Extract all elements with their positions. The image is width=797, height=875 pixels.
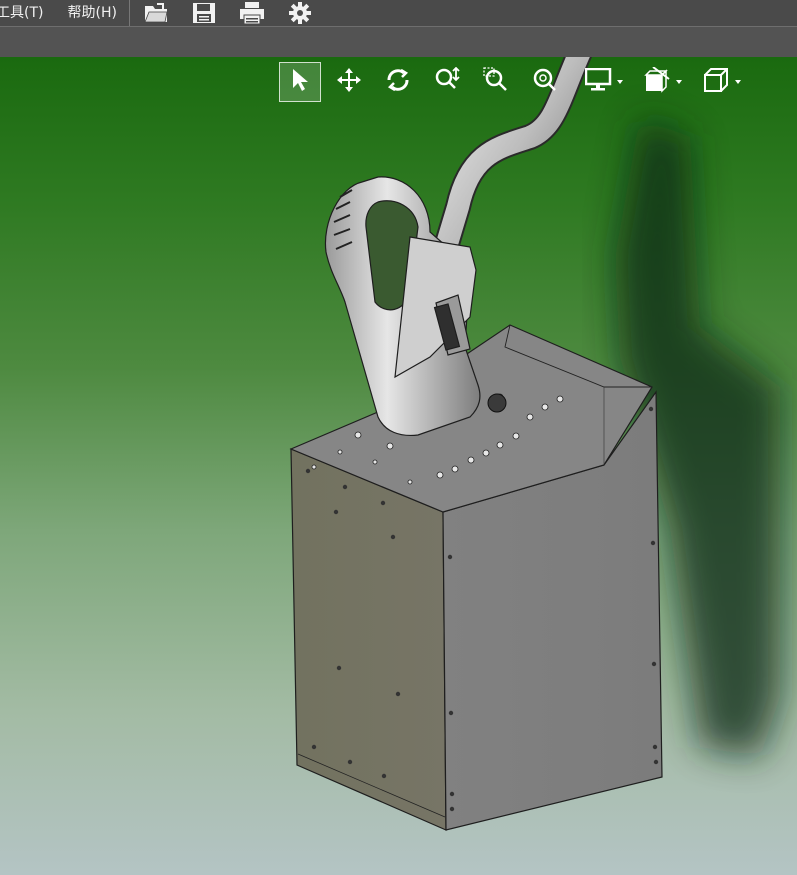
section-view-dropdown[interactable]: [632, 62, 684, 102]
charging-station-model: [289, 57, 780, 831]
print-icon[interactable]: [234, 0, 270, 26]
view-orientation-dropdown[interactable]: [691, 62, 743, 102]
save-icon[interactable]: [186, 0, 222, 26]
arrow-pointer-icon: [291, 68, 309, 97]
zoom-tool-button[interactable]: [426, 62, 468, 102]
3d-viewport[interactable]: [0, 57, 797, 875]
cabinet-left-face: [290, 448, 447, 831]
pan-tool-button[interactable]: [328, 62, 370, 102]
display-mode-dropdown[interactable]: [573, 62, 625, 102]
rotate-icon: [385, 67, 411, 98]
select-tool-button[interactable]: [279, 62, 321, 102]
menu-separator: [128, 0, 130, 26]
cube-icon: [703, 67, 731, 98]
emergency-stop-knob: [487, 393, 507, 413]
zoom-window-icon: [483, 66, 509, 98]
monitor-icon: [584, 67, 613, 97]
zoom-window-tool-button[interactable]: [475, 62, 517, 102]
secondary-toolbar: [0, 26, 797, 57]
chevron-down-icon: [617, 80, 623, 84]
menu-tools[interactable]: 工具(T): [0, 0, 49, 26]
settings-gear-icon[interactable]: [282, 0, 318, 26]
zoom-fit-icon: [532, 67, 558, 98]
move-arrows-icon: [337, 67, 361, 97]
view-toolbar: [279, 62, 750, 102]
menu-bar: 工具(T) 帮助(H): [0, 0, 797, 26]
rotate-tool-button[interactable]: [377, 62, 419, 102]
zoom-icon: [434, 66, 460, 98]
chevron-down-icon: [735, 80, 741, 84]
chevron-down-icon: [676, 80, 682, 84]
open-file-icon[interactable]: [138, 0, 174, 26]
section-box-icon: [644, 65, 672, 98]
zoom-fit-tool-button[interactable]: [524, 62, 566, 102]
menu-help[interactable]: 帮助(H): [61, 0, 122, 26]
